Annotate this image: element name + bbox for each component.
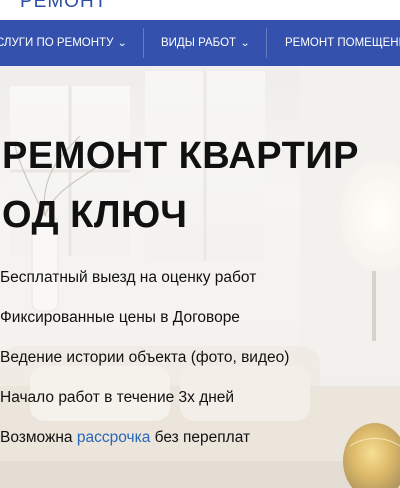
chevron-down-icon: ⌄ bbox=[117, 38, 128, 49]
nav-item-label: ВИДЫ РАБОТ bbox=[161, 37, 237, 49]
top-header: РЕМОНТ bbox=[0, 0, 400, 20]
nav-divider bbox=[143, 28, 144, 58]
benefit-item: Бесплатный выезд на оценку работ bbox=[0, 269, 257, 286]
chevron-down-icon: ⌄ bbox=[240, 38, 251, 49]
nav-item-room-repair[interactable]: РЕМОНТ ПОМЕЩЕНИ bbox=[285, 20, 400, 66]
installment-link[interactable]: рассрочка bbox=[77, 429, 150, 446]
nav-item-label: РЕМОНТ ПОМЕЩЕНИ bbox=[285, 37, 400, 49]
benefit-text: без переплат bbox=[150, 429, 251, 446]
benefit-item: Фиксированные цены в Договоре bbox=[0, 309, 240, 326]
benefit-item: Ведение истории объекта (фото, видео) bbox=[0, 349, 290, 366]
main-navigation: СЛУГИ ПО РЕМОНТУ ⌄ ВИДЫ РАБОТ ⌄ РЕМОНТ ПОМ… bbox=[0, 20, 400, 66]
hero-title-line-1: РЕМОНТ КВАРТИР bbox=[2, 135, 360, 177]
hero-banner: РЕМОНТ КВАРТИР ОД КЛЮЧ Бесплатный выезд … bbox=[0, 66, 400, 488]
logo-text[interactable]: РЕМОНТ bbox=[20, 0, 107, 13]
nav-divider bbox=[266, 28, 267, 58]
benefit-item: Начало работ в течение 3х дней bbox=[0, 389, 235, 406]
nav-item-repair-services[interactable]: СЛУГИ ПО РЕМОНТУ ⌄ bbox=[0, 20, 128, 66]
benefit-text: Возможна bbox=[0, 429, 77, 446]
nav-item-work-types[interactable]: ВИДЫ РАБОТ ⌄ bbox=[161, 20, 251, 66]
hero-title-line-2: ОД КЛЮЧ bbox=[2, 194, 188, 236]
benefit-item-installment: Возможна рассрочка без переплат bbox=[0, 429, 250, 447]
nav-item-label: СЛУГИ ПО РЕМОНТУ bbox=[0, 37, 114, 49]
